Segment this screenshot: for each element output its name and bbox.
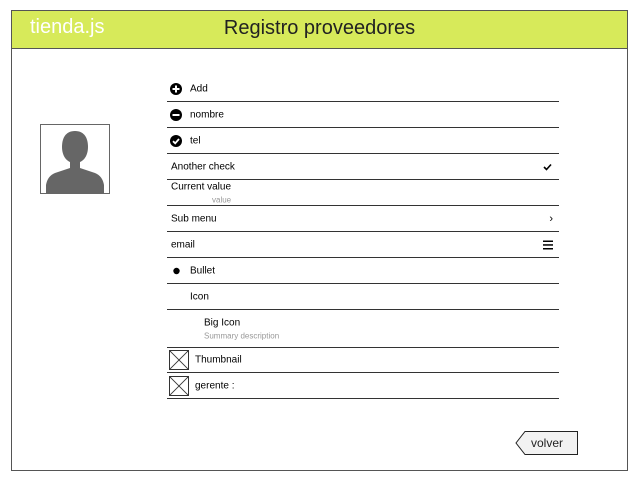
image-placeholder-icon [169,350,189,370]
chevron-right-icon: › [549,212,553,225]
another-check-label: Another check [171,161,235,172]
icon-item-label: Icon [190,291,209,302]
current-value-text: value [212,195,232,205]
menu-icon [543,240,553,249]
list-item-email[interactable]: email [167,232,559,258]
header-bar: tienda.js Registro proveedores [12,11,627,49]
big-icon-description: Summary description [204,331,280,341]
list-item-current-value[interactable]: Current value value [167,180,559,206]
current-value-label: Current value [171,181,232,193]
supplier-form-list: Add nombre tel Another check Current val… [167,77,559,399]
list-item-add[interactable]: Add [167,77,559,102]
image-placeholder-icon [169,375,189,396]
checkmark-icon [543,163,552,171]
volver-label: volver [531,436,564,450]
user-silhouette-icon [46,131,104,193]
sub-menu-label: Sub menu [171,213,217,224]
bullet-label: Bullet [190,265,216,276]
page-title: Registro proveedores [223,17,416,39]
thumbnail-label: Thumbnail [195,354,242,366]
list-item-sub-menu[interactable]: Sub menu › [167,206,559,232]
plus-circle-icon [170,83,182,95]
nombre-label: nombre [190,109,224,120]
list-item-icon[interactable]: Icon [167,284,559,310]
list-item-another-check[interactable]: Another check [167,154,559,180]
big-icon-label: Big Icon [204,317,241,329]
tel-label: tel [190,135,201,146]
list-item-big-icon[interactable]: Big Icon Summary description [167,310,559,348]
email-label: email [171,239,195,250]
list-item-bullet[interactable]: Bullet [167,258,559,284]
check-circle-icon [170,134,182,147]
list-item-nombre[interactable]: nombre [167,102,559,128]
list-item-tel[interactable]: tel [167,128,559,154]
volver-button[interactable]: volver [515,431,578,455]
app-window: tienda.js Registro proveedores Add nombr… [11,10,628,471]
minus-circle-icon [170,108,182,121]
gerente-label: gerente : [195,380,235,391]
list-item-gerente[interactable]: gerente : [167,373,559,399]
avatar [40,124,110,194]
bullet-dot-icon [173,267,180,274]
add-label: Add [190,83,208,95]
list-item-thumbnail[interactable]: Thumbnail [167,348,559,373]
